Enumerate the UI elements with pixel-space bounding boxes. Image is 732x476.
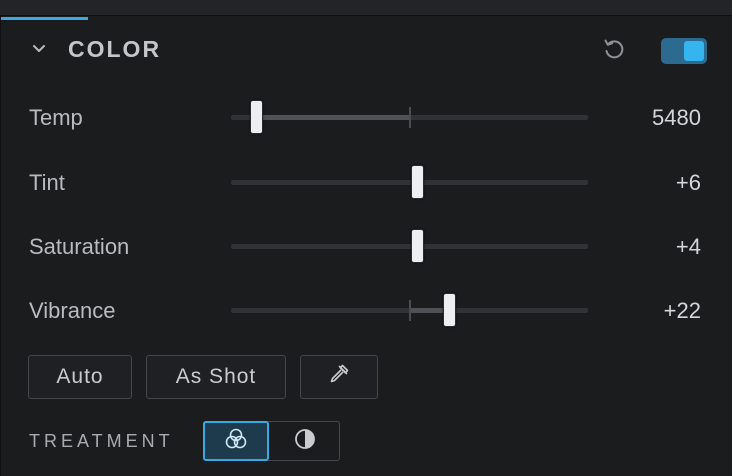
reset-button[interactable] [600, 37, 628, 65]
vibrance-slider-thumb[interactable] [442, 293, 456, 327]
temp-label: Temp [29, 105, 83, 130]
vibrance-slider[interactable] [231, 293, 588, 327]
tint-value[interactable]: +6 [676, 170, 701, 196]
vibrance-label: Vibrance [29, 298, 116, 323]
saturation-label: Saturation [29, 234, 130, 259]
temp-slider-thumb[interactable] [249, 100, 263, 134]
section-title[interactable]: COLOR [68, 36, 161, 63]
temp-slider-fill [255, 115, 410, 120]
saturation-value[interactable]: +4 [676, 234, 701, 260]
temp-value[interactable]: 5480 [652, 105, 701, 131]
panel-top-bar [0, 0, 732, 16]
reset-icon [601, 36, 627, 67]
chevron-down-icon[interactable] [30, 40, 48, 58]
treatment-label: TREATMENT [29, 431, 174, 451]
black-white-treatment-icon [293, 427, 317, 456]
auto-button[interactable]: Auto [28, 355, 132, 399]
treatment-selector [203, 421, 340, 461]
tint-slider[interactable] [231, 165, 588, 199]
treatment-color-button[interactable] [203, 421, 269, 461]
eyedropper-button[interactable] [300, 355, 378, 399]
temp-slider-center-tick [408, 107, 411, 128]
as-shot-button-label: As Shot [175, 365, 257, 388]
auto-button-label: Auto [56, 365, 104, 388]
vibrance-slider-center-tick [408, 300, 411, 321]
vibrance-value[interactable]: +22 [664, 298, 701, 324]
saturation-slider[interactable] [231, 229, 588, 263]
treatment-bw-button[interactable] [270, 421, 340, 461]
enable-toggle[interactable] [661, 38, 707, 64]
color-treatment-icon [223, 426, 249, 457]
saturation-slider-thumb[interactable] [410, 229, 424, 263]
tint-slider-thumb[interactable] [410, 165, 424, 199]
as-shot-button[interactable]: As Shot [146, 355, 286, 399]
toggle-knob [684, 41, 704, 61]
temp-slider[interactable] [231, 100, 588, 134]
tint-label: Tint [29, 170, 65, 195]
eyedropper-icon [327, 362, 351, 392]
